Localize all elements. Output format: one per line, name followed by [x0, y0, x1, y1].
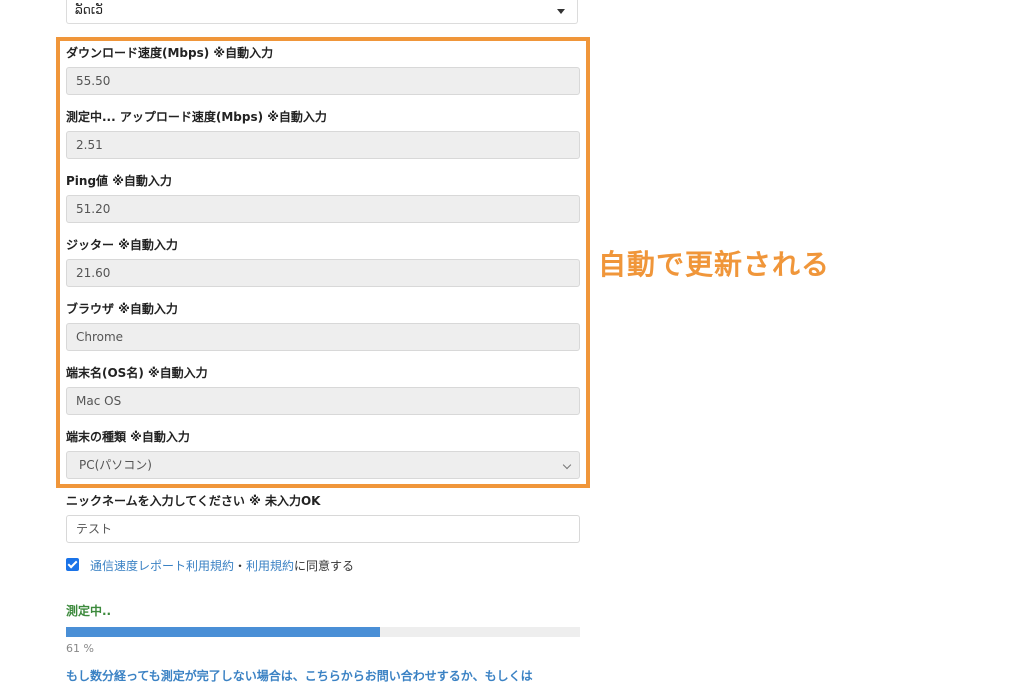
consent-checkbox[interactable]	[66, 558, 79, 571]
top-select-value: ລັດເວັ	[75, 3, 103, 17]
bottom-fade	[540, 640, 1024, 682]
top-select[interactable]: ລັດເວັ	[66, 0, 578, 24]
progress-fill	[66, 627, 380, 637]
device-type-value: PC(パソコン)	[79, 458, 152, 472]
jitter-field[interactable]: 21.60	[66, 259, 580, 287]
device-type-select[interactable]: PC(パソコン)	[66, 451, 580, 479]
browser-label: ブラウザ ※自動入力	[66, 302, 178, 316]
device-type-label: 端末の種類 ※自動入力	[66, 430, 190, 444]
os-name-field[interactable]: Mac OS	[66, 387, 580, 415]
report-terms-link[interactable]: 通信速度レポート利用規約	[90, 559, 234, 573]
auto-update-annotation: 自動で更新される	[598, 248, 831, 281]
caret-down-icon	[557, 9, 565, 14]
upload-speed-field[interactable]: 2.51	[66, 131, 580, 159]
download-speed-field[interactable]: 55.50	[66, 67, 580, 95]
os-name-label: 端末名(OS名) ※自動入力	[66, 366, 208, 380]
progress-percent: 61 %	[66, 642, 94, 655]
consent-text: 通信速度レポート利用規約・利用規約に同意する	[90, 557, 354, 574]
nickname-input[interactable]: テスト	[66, 515, 580, 543]
terms-link[interactable]: 利用規約	[246, 559, 294, 573]
consent-separator: ・	[234, 559, 247, 573]
jitter-label: ジッター ※自動入力	[66, 238, 178, 252]
consent-suffix: に同意する	[294, 559, 355, 573]
browser-field[interactable]: Chrome	[66, 323, 580, 351]
ping-field[interactable]: 51.20	[66, 195, 580, 223]
chevron-down-icon	[562, 460, 572, 470]
progress-bar	[66, 627, 580, 637]
nickname-label: ニックネームを入力してください ※ 未入力OK	[66, 494, 321, 508]
measurement-status: 測定中..	[66, 604, 112, 618]
download-speed-label: ダウンロード速度(Mbps) ※自動入力	[66, 46, 274, 60]
upload-speed-label: 測定中... アップロード速度(Mbps) ※自動入力	[66, 110, 327, 124]
contact-notice-link[interactable]: もし数分経っても測定が完了しない場合は、こちらからお問い合わせするか、もしくは	[66, 667, 533, 684]
ping-label: Ping値 ※自動入力	[66, 174, 172, 188]
